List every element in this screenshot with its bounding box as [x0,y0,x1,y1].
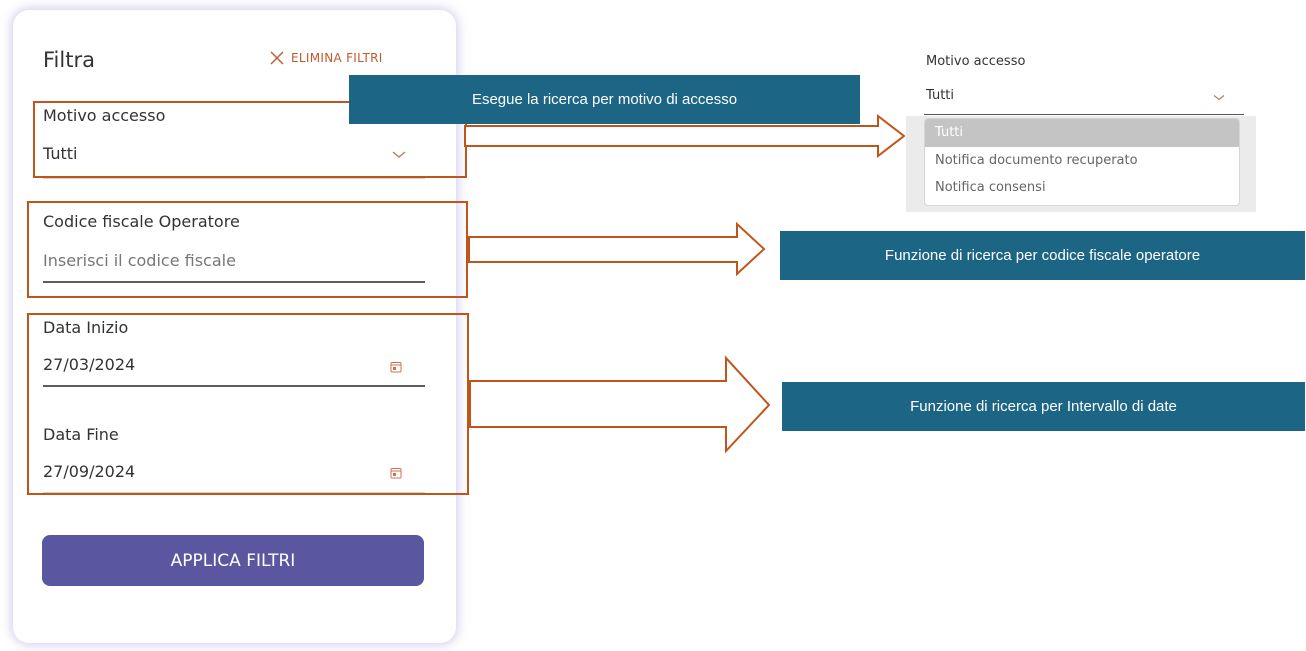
callout-fiscal-code: Funzione di ricerca per codice fiscale o… [780,231,1305,280]
dropdown-example-label: Motivo accesso [926,54,1026,69]
dropdown-option-tutti[interactable]: Tutti [925,119,1239,147]
arrow-right-icon [468,221,766,277]
dropdown-example-value[interactable]: Tutti [926,88,954,103]
callout-access-reason: Esegue la ricerca per motivo di accesso [349,75,860,124]
dropdown-option-notifica-consensi[interactable]: Notifica consensi [925,174,1239,201]
callout-date-range: Funzione di ricerca per Intervallo di da… [782,382,1305,431]
dropdown-option-notifica-documento[interactable]: Notifica documento recuperato [925,147,1239,174]
arrow-right-icon [469,355,771,454]
chevron-down-icon[interactable] [1213,94,1225,102]
dropdown-example-underline [924,114,1244,115]
dropdown-example-options: Tutti Notifica documento recuperato Noti… [924,118,1240,206]
